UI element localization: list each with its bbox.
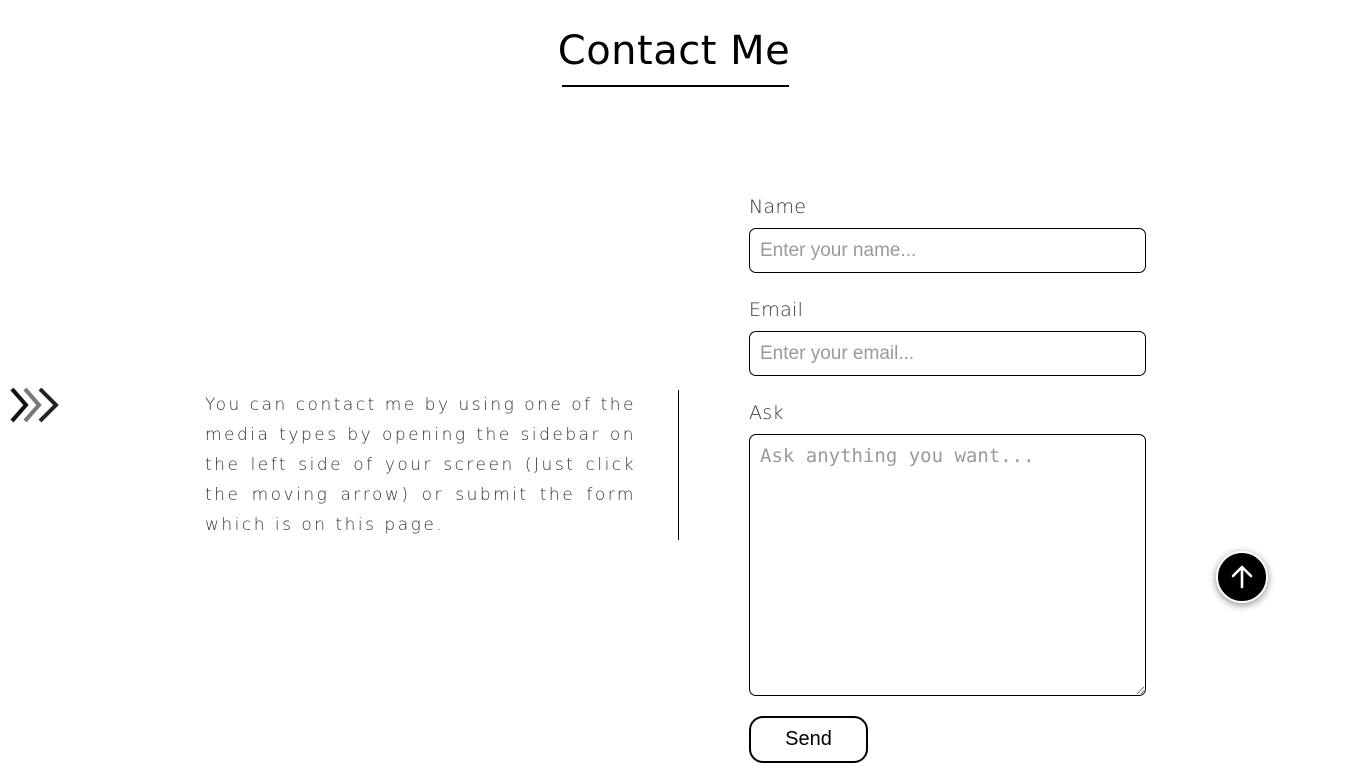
scroll-to-top-button[interactable] bbox=[1216, 551, 1268, 603]
ask-label: Ask bbox=[749, 402, 784, 424]
email-label: Email bbox=[749, 299, 804, 321]
contact-form: Name Email Ask Send bbox=[749, 192, 1146, 763]
contact-page: Contact Me You can contact me by using o… bbox=[0, 0, 1348, 768]
sidebar-toggle-button[interactable] bbox=[8, 385, 64, 425]
email-input[interactable] bbox=[749, 331, 1146, 376]
title-underline bbox=[562, 85, 789, 87]
double-chevron-right-icon bbox=[10, 387, 59, 423]
contact-description: You can contact me by using one of the m… bbox=[205, 395, 636, 535]
name-label: Name bbox=[749, 196, 807, 218]
name-input[interactable] bbox=[749, 228, 1146, 273]
arrow-up-icon bbox=[1231, 565, 1253, 589]
ask-textarea[interactable] bbox=[749, 434, 1146, 696]
vertical-divider bbox=[678, 390, 679, 540]
send-button[interactable]: Send bbox=[749, 716, 868, 763]
page-title: Contact Me bbox=[557, 28, 791, 74]
